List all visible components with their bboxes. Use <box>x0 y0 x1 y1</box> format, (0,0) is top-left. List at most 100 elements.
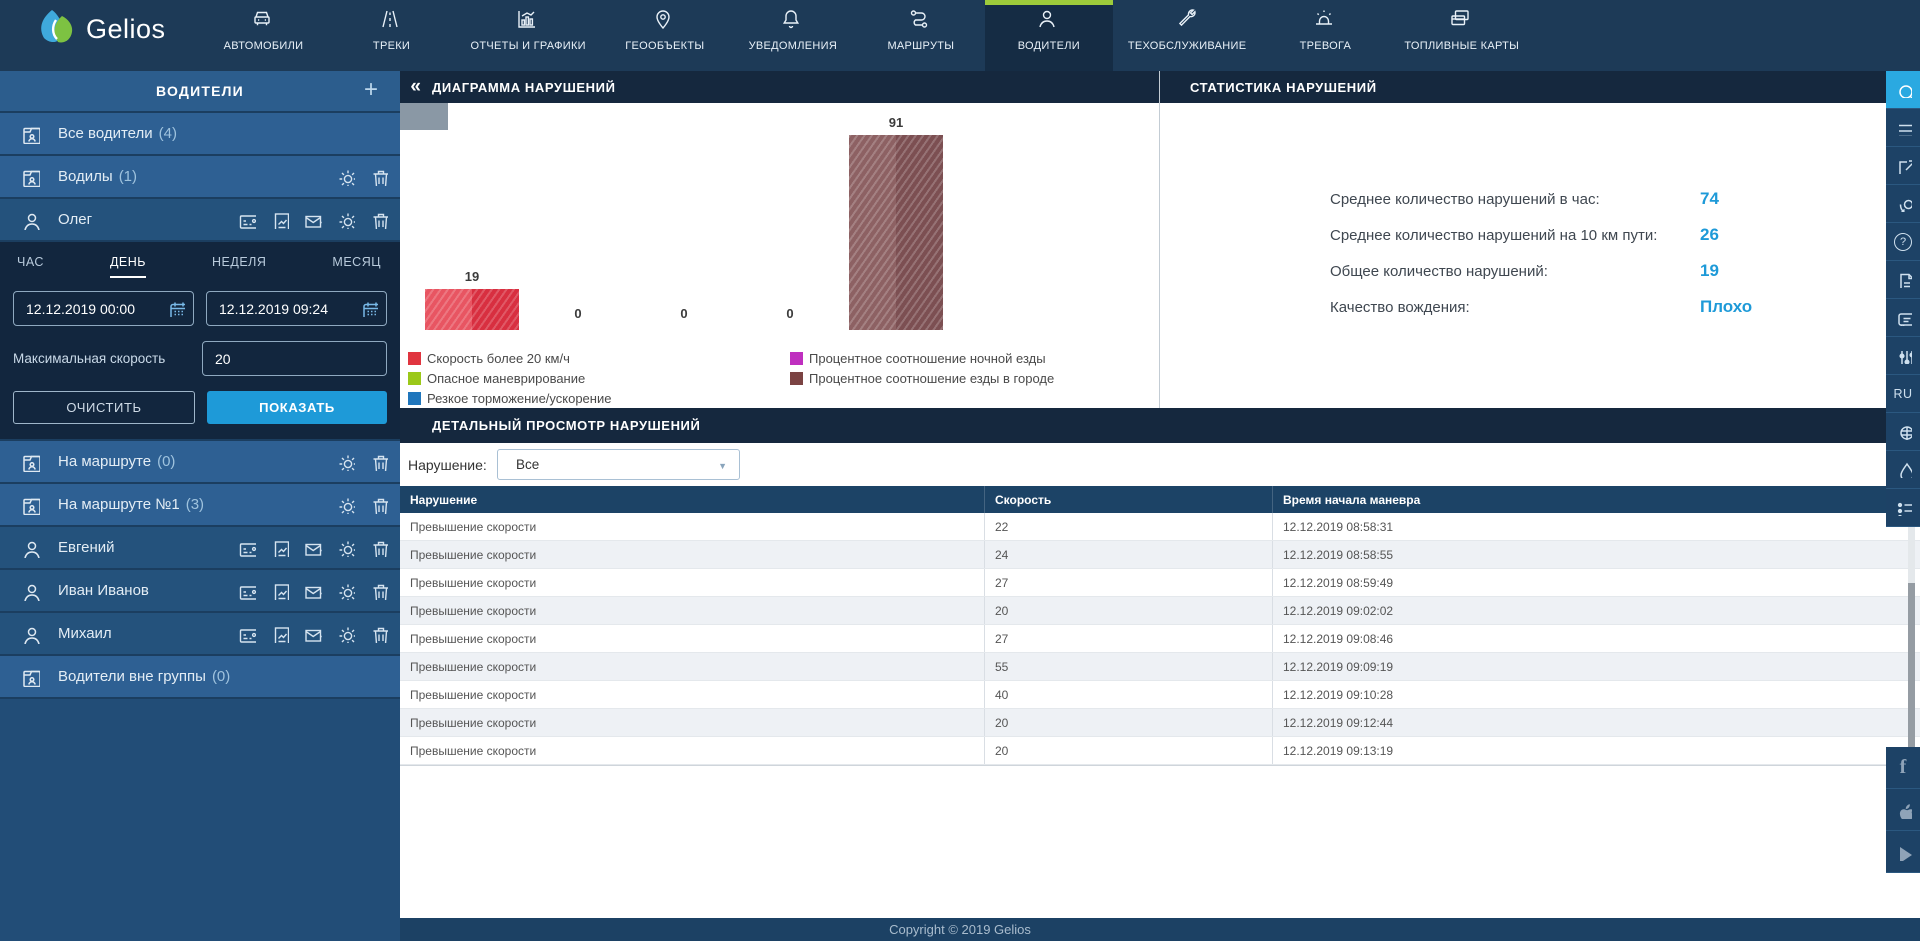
delete-icon[interactable] <box>369 210 388 229</box>
nav-item-notifications[interactable]: УВЕДОМЛЕНИЯ <box>729 0 857 71</box>
sidebar-group-ungrouped[interactable]: Водители вне группы (0) <box>0 656 400 699</box>
cell-violation: Превышение скорости <box>400 541 985 568</box>
group-count: (0) <box>157 453 175 470</box>
sidebar-driver-evgeniy[interactable]: Евгений <box>0 527 400 570</box>
id-card-icon[interactable] <box>237 538 256 557</box>
table-row[interactable]: Превышение скорости2212.12.2019 08:58:31 <box>400 513 1920 541</box>
table-row[interactable]: Превышение скорости2712.12.2019 09:08:46 <box>400 625 1920 653</box>
nav-label: ТРЕКИ <box>373 40 410 52</box>
id-card-icon[interactable] <box>237 624 256 643</box>
panel-drag-tab[interactable] <box>400 103 448 130</box>
tab-day[interactable]: ДЕНЬ <box>110 255 146 278</box>
nav-item-tracks[interactable]: ТРЕКИ <box>328 0 456 71</box>
delete-icon[interactable] <box>369 452 388 471</box>
send-message-icon[interactable] <box>303 624 322 643</box>
nav-item-vehicles[interactable]: АВТОМОБИЛИ <box>200 0 328 71</box>
settings-icon[interactable] <box>336 495 355 514</box>
add-group-button[interactable]: + <box>358 75 384 105</box>
calendar-icon[interactable] <box>167 299 185 317</box>
table-row[interactable]: Превышение скорости5512.12.2019 09:09:19 <box>400 653 1920 681</box>
show-button[interactable]: ПОКАЗАТЬ <box>207 391 387 424</box>
report-icon[interactable] <box>270 210 289 229</box>
settings-icon[interactable] <box>336 538 355 557</box>
sidebar-group-all-drivers[interactable]: Все водители (4) <box>0 113 400 156</box>
settings-sliders-tool[interactable] <box>1886 337 1920 375</box>
layers-menu-tool[interactable] <box>1886 109 1920 147</box>
table-row[interactable]: Превышение скорости4012.12.2019 09:10:28 <box>400 681 1920 709</box>
settings-icon[interactable] <box>336 210 355 229</box>
sidebar-driver-mikhail[interactable]: Михаил <box>0 613 400 656</box>
legend-list-tool[interactable] <box>1886 489 1920 527</box>
calendar-icon[interactable] <box>360 299 378 317</box>
globe-tool[interactable] <box>1886 413 1920 451</box>
copyright-text: Copyright © 2019 Gelios <box>889 922 1031 937</box>
group-folder-icon <box>20 452 40 472</box>
stat-row: Общее количество нарушений: 19 <box>1330 263 1548 287</box>
nav-item-alarm[interactable]: ТРЕВОГА <box>1261 0 1389 71</box>
send-message-icon[interactable] <box>303 581 322 600</box>
group-folder-icon <box>20 124 40 144</box>
nav-item-fuel-cards[interactable]: ТОПЛИВНЫЕ КАРТЫ <box>1389 0 1534 71</box>
table-row[interactable]: Превышение скорости2012.12.2019 09:12:44 <box>400 709 1920 737</box>
settings-icon[interactable] <box>336 581 355 600</box>
violation-select[interactable]: Все ▼ <box>497 449 740 480</box>
settings-icon[interactable] <box>336 624 355 643</box>
driver-label: Евгений <box>58 539 115 556</box>
nav-item-routes[interactable]: МАРШРУТЫ <box>857 0 985 71</box>
report-icon[interactable] <box>270 538 289 557</box>
sidebar-driver-oleg[interactable]: Олег <box>0 199 400 242</box>
facebook-link[interactable]: f <box>1886 747 1920 789</box>
help-tool[interactable]: ? <box>1886 223 1920 261</box>
id-card-icon[interactable] <box>237 210 256 229</box>
language-label: RU <box>1893 387 1912 401</box>
cell-violation: Превышение скорости <box>400 625 985 652</box>
max-speed-input[interactable] <box>203 342 386 375</box>
sidebar-group-on-route-1[interactable]: На маршруте №1 (3) <box>0 484 400 527</box>
send-message-icon[interactable] <box>303 210 322 229</box>
nav-item-maintenance[interactable]: ТЕХОБСЛУЖИВАНИЕ <box>1113 0 1262 71</box>
document-tool[interactable] <box>1886 261 1920 299</box>
bar-value-label: 0 <box>531 306 625 321</box>
nav-item-reports[interactable]: ОТЧЕТЫ И ГРАФИКИ <box>456 0 601 71</box>
delete-icon[interactable] <box>369 495 388 514</box>
table-row[interactable]: Превышение скорости2012.12.2019 09:13:19 <box>400 737 1920 765</box>
feedback-tool[interactable] <box>1886 299 1920 337</box>
report-icon[interactable] <box>270 581 289 600</box>
logo[interactable]: Gelios <box>0 0 200 71</box>
table-row[interactable]: Превышение скорости2412.12.2019 08:58:55 <box>400 541 1920 569</box>
nav-item-geoobjects[interactable]: ГЕООБЪЕКТЫ <box>601 0 729 71</box>
id-card-icon[interactable] <box>237 581 256 600</box>
sidebar-group-on-route[interactable]: На маршруте (0) <box>0 441 400 484</box>
fuel-tool[interactable] <box>1886 451 1920 489</box>
sidebar-group-vodily[interactable]: Водилы (1) <box>0 156 400 199</box>
driver-icon <box>20 538 40 558</box>
google-play-link[interactable] <box>1886 831 1920 873</box>
collapse-panel-icon[interactable]: « <box>400 76 432 98</box>
delete-icon[interactable] <box>369 581 388 600</box>
language-tool[interactable]: RU <box>1886 375 1920 413</box>
settings-icon[interactable] <box>336 452 355 471</box>
tab-week[interactable]: НЕДЕЛЯ <box>212 255 266 278</box>
tab-hour[interactable]: ЧАС <box>17 255 44 278</box>
app-store-link[interactable] <box>1886 789 1920 831</box>
settings-icon[interactable] <box>336 167 355 186</box>
delete-icon[interactable] <box>369 167 388 186</box>
send-message-icon[interactable] <box>303 538 322 557</box>
report-icon[interactable] <box>270 624 289 643</box>
table-row[interactable]: Превышение скорости2712.12.2019 08:59:49 <box>400 569 1920 597</box>
sidebar-driver-ivan[interactable]: Иван Иванов <box>0 570 400 613</box>
satellite-tool[interactable] <box>1886 185 1920 223</box>
clear-button[interactable]: ОЧИСТИТЬ <box>13 391 195 424</box>
search-tool[interactable] <box>1886 71 1920 109</box>
map-pin-icon <box>651 7 678 34</box>
globe-icon <box>1895 423 1912 440</box>
delete-icon[interactable] <box>369 624 388 643</box>
tab-month[interactable]: МЕСЯЦ <box>332 255 381 278</box>
delete-icon[interactable] <box>369 538 388 557</box>
legend-swatch <box>408 352 421 365</box>
group-count: (3) <box>186 496 204 513</box>
table-row[interactable]: Превышение скорости2012.12.2019 09:02:02 <box>400 597 1920 625</box>
table-body: Превышение скорости2212.12.2019 08:58:31… <box>400 513 1920 766</box>
expand-tool[interactable] <box>1886 147 1920 185</box>
nav-item-drivers[interactable]: ВОДИТЕЛИ <box>985 0 1113 71</box>
